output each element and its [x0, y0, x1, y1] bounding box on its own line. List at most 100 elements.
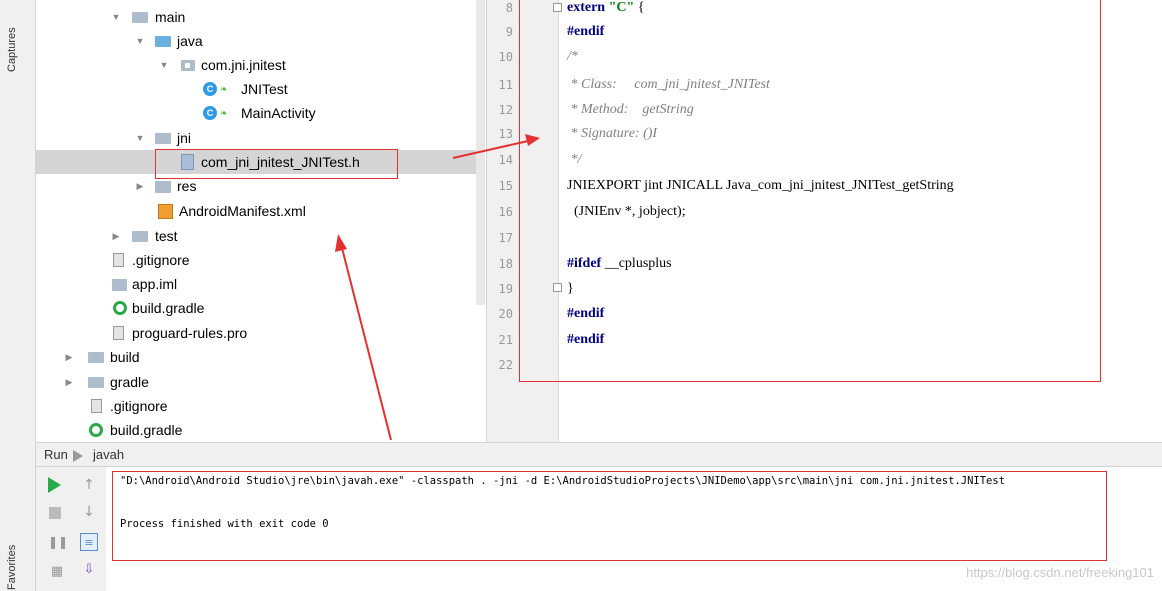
run-panel-header: Run javah: [36, 442, 1162, 467]
code-text: __cplusplus: [601, 256, 672, 271]
class-icon: C: [203, 106, 217, 120]
scroll-down-icon[interactable]: ↓: [80, 503, 98, 521]
stop-icon[interactable]: [49, 507, 61, 519]
code-line-11: * Class: com_jni_jnitest_JNITest: [567, 77, 770, 92]
watermark: https://blog.csdn.net/freeking101: [966, 565, 1154, 580]
rerun-icon[interactable]: [48, 477, 61, 493]
tree-item-jni[interactable]: ▼ jni: [36, 126, 486, 150]
tree-item-label: JNITest: [241, 81, 288, 97]
code-line-18: #ifdef __cplusplus: [567, 252, 672, 276]
tree-item-proguard[interactable]: proguard-rules.pro: [36, 321, 486, 345]
keyword: extern: [567, 0, 606, 15]
tree-item-gitignore[interactable]: .gitignore: [36, 248, 486, 272]
left-tool-strip: Captures Favorites: [0, 0, 36, 591]
tree-item-package[interactable]: ▼ com.jni.jnitest: [36, 53, 486, 77]
line-number: 10: [498, 50, 513, 64]
iml-file-icon: [112, 279, 127, 291]
tree-item-label: test: [155, 228, 178, 244]
tree-item-build[interactable]: ▶ build: [36, 345, 486, 369]
pause-icon[interactable]: ❚❚: [48, 533, 68, 551]
tree-item-test[interactable]: ▶ test: [36, 224, 486, 248]
line-number: 11: [498, 78, 513, 92]
line-number: 14: [498, 153, 513, 167]
line-number: 15: [498, 179, 513, 193]
tree-item-java[interactable]: ▼ java: [36, 29, 486, 53]
package-icon: [181, 60, 195, 71]
tree-item-label: AndroidManifest.xml: [179, 203, 306, 219]
folder-icon: [132, 231, 148, 242]
collapse-arrow-icon[interactable]: ▶: [134, 174, 146, 198]
code-line-8: extern "C" {: [567, 0, 644, 20]
line-number: 18: [498, 257, 513, 271]
code-line-12: * Method: getString: [567, 102, 694, 117]
tree-item-build-gradle[interactable]: build.gradle: [36, 296, 486, 320]
expand-arrow-icon[interactable]: ▼: [134, 29, 146, 53]
run-config-tab[interactable]: javah: [93, 443, 124, 467]
layout-icon[interactable]: ▦: [48, 563, 66, 581]
expand-arrow-icon[interactable]: ▼: [158, 53, 170, 77]
tree-item-mainactivity-class[interactable]: C ❧ MainActivity: [36, 101, 486, 125]
folder-icon: [88, 377, 104, 388]
tree-item-label: build: [110, 349, 140, 365]
line-number: 12: [498, 103, 513, 117]
captures-tab[interactable]: Captures: [6, 27, 18, 72]
collapse-arrow-icon[interactable]: ▶: [110, 224, 122, 248]
run-toolbar: ↑ ↓ ❚❚ ≡ ▦ ⇩: [36, 467, 106, 591]
tree-item-root-build-gradle[interactable]: build.gradle: [36, 418, 486, 442]
tree-item-root-gitignore[interactable]: .gitignore: [36, 394, 486, 418]
line-number: 13: [498, 127, 513, 141]
header-file-icon: [181, 154, 194, 170]
expand-arrow-icon[interactable]: ▼: [110, 5, 122, 29]
gradle-icon: [89, 423, 103, 437]
code-line-14: */: [567, 152, 582, 167]
fold-marker-icon[interactable]: [553, 283, 562, 292]
run-console[interactable]: "D:\Android\Android Studio\jre\bin\javah…: [106, 467, 1162, 591]
code-line-19: }: [567, 281, 574, 296]
line-number: 9: [505, 25, 513, 39]
folder-icon: [155, 36, 171, 47]
tree-scrollbar[interactable]: [476, 0, 485, 305]
tree-item-label: com.jni.jnitest: [201, 57, 286, 73]
code-line-16: (JNIEnv *, jobject);: [567, 204, 686, 219]
folder-icon: [88, 352, 104, 363]
collapse-arrow-icon[interactable]: ▶: [63, 345, 75, 369]
gradle-icon: [113, 301, 127, 315]
favorites-tab[interactable]: Favorites: [6, 545, 18, 590]
line-number: 8: [505, 1, 513, 15]
tree-item-label: res: [177, 178, 197, 194]
line-number: 21: [498, 333, 513, 347]
code-line-15: JNIEXPORT jint JNICALL Java_com_jni_jnit…: [567, 178, 954, 193]
tree-item-gradle[interactable]: ▶ gradle: [36, 370, 486, 394]
code-editor[interactable]: 8 9 10 11 12 13 14 15 16 17 18 19 20 21 …: [486, 0, 1162, 442]
collapse-arrow-icon[interactable]: ▶: [63, 370, 75, 394]
console-exit-line: Process finished with exit code 0: [120, 518, 329, 530]
tree-item-label: gradle: [110, 374, 149, 390]
run-tab[interactable]: Run: [44, 443, 68, 467]
code-line-20: #endif: [567, 306, 605, 321]
print-icon[interactable]: ⇩: [80, 561, 98, 579]
tree-item-header-file[interactable]: com_jni_jnitest_JNITest.h: [36, 150, 484, 174]
folder-icon: [132, 12, 148, 23]
console-command-line: "D:\Android\Android Studio\jre\bin\javah…: [120, 475, 1006, 487]
tree-item-manifest[interactable]: AndroidManifest.xml: [36, 199, 486, 223]
line-number: 20: [498, 307, 513, 321]
text-file-icon: [113, 253, 124, 267]
code-line-9: #endif: [567, 24, 605, 39]
fold-marker-icon[interactable]: [553, 3, 562, 12]
tree-item-res[interactable]: ▶ res: [36, 174, 486, 198]
tree-item-label: .gitignore: [132, 252, 190, 268]
code-text: {: [634, 0, 645, 15]
tree-item-app-iml[interactable]: app.iml: [36, 272, 486, 296]
tree-item-jnitest-class[interactable]: C ❧ JNITest: [36, 77, 486, 101]
tree-item-main[interactable]: ▼ main: [36, 5, 486, 29]
code-line-13: * Signature: ()I: [567, 126, 658, 141]
keyword: #ifdef: [567, 256, 602, 271]
android-leaf-icon: ❧: [220, 108, 228, 118]
expand-arrow-icon[interactable]: ▼: [134, 126, 146, 150]
soft-wrap-icon[interactable]: ≡: [80, 533, 98, 551]
code-line-10: /*: [567, 49, 578, 64]
scroll-up-icon[interactable]: ↑: [80, 476, 98, 494]
line-number: 17: [498, 231, 513, 245]
tree-item-label: build.gradle: [132, 300, 205, 316]
xml-file-icon: [158, 204, 173, 219]
